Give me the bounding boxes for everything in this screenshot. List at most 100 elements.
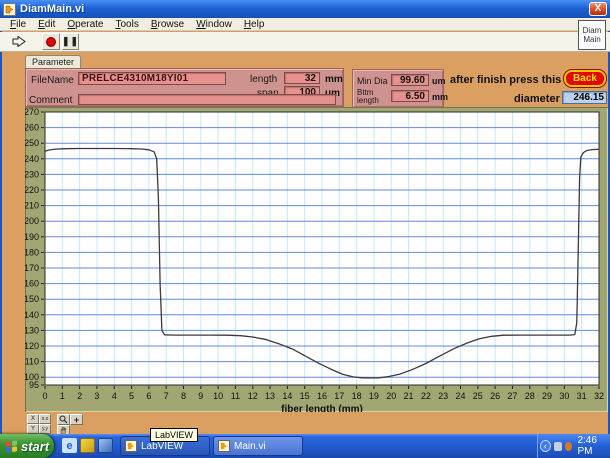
diameter-value: 246.15 <box>562 91 607 104</box>
svg-text:140: 140 <box>25 310 39 320</box>
title-bar[interactable]: DiamMain.vi X <box>0 0 610 18</box>
start-label: start <box>21 439 49 454</box>
labview-window: DiamMain.vi X File Edit Operate Tools Br… <box>0 0 610 434</box>
svg-text:9: 9 <box>198 391 203 401</box>
magnifier-icon <box>59 415 68 424</box>
svg-text:120: 120 <box>25 341 39 351</box>
comment-input[interactable] <box>78 94 336 105</box>
filename-label: FileName <box>31 75 74 86</box>
menu-file[interactable]: File <box>4 19 32 30</box>
svg-text:150: 150 <box>25 294 39 304</box>
svg-text:170: 170 <box>25 263 39 273</box>
svg-text:17: 17 <box>334 391 344 401</box>
run-button[interactable] <box>8 33 30 50</box>
svg-text:fiber length (mm): fiber length (mm) <box>281 404 363 412</box>
svg-text:14: 14 <box>282 391 292 401</box>
length-unit: mm <box>325 74 343 85</box>
menu-edit[interactable]: Edit <box>32 19 61 30</box>
svg-text:28: 28 <box>525 391 535 401</box>
close-button[interactable]: X <box>589 2 607 16</box>
svg-text:13: 13 <box>265 391 275 401</box>
menu-bar: File Edit Operate Tools Browse Window He… <box>0 18 610 31</box>
min-dia-value: 99.60 <box>391 74 429 86</box>
svg-text:3: 3 <box>94 391 99 401</box>
filename-input[interactable]: PRELCE4310M18YI01 <box>78 72 226 85</box>
vi-corner-line2: Main <box>579 35 605 44</box>
svg-text:26: 26 <box>490 391 500 401</box>
abort-red-circle-icon <box>46 37 56 47</box>
svg-text:270: 270 <box>25 107 39 117</box>
start-button[interactable]: start <box>0 434 54 458</box>
svg-text:32: 32 <box>594 391 604 401</box>
windows-flag-icon <box>6 440 17 452</box>
bttm-label-line2: length <box>357 97 379 105</box>
zoom-plus-button[interactable]: + <box>70 414 83 425</box>
labview-taskbar-icon <box>218 440 230 452</box>
svg-text:110: 110 <box>25 357 39 367</box>
svg-text:240: 240 <box>25 154 39 164</box>
tray-chevron-icon[interactable]: ‹ <box>540 440 551 452</box>
bttm-unit: mm <box>432 92 448 102</box>
abort-button[interactable] <box>42 33 60 50</box>
svg-text:8: 8 <box>181 391 186 401</box>
taskbar-button-labview-label: LabVIEW <box>141 441 183 452</box>
zoom-button[interactable] <box>57 414 70 425</box>
menu-window[interactable]: Window <box>190 19 238 30</box>
y-autoscale-button[interactable]: Y <box>27 424 39 434</box>
quick-launch-blue-icon[interactable] <box>98 438 113 453</box>
tray-icon-1[interactable] <box>554 442 562 451</box>
window-title: DiamMain.vi <box>20 3 84 15</box>
vi-corner-icon[interactable]: Diam Main <box>578 20 606 50</box>
pause-button[interactable]: ❚❚ <box>62 33 79 50</box>
back-button[interactable]: Back <box>564 70 606 87</box>
svg-text:230: 230 <box>25 169 39 179</box>
svg-text:22: 22 <box>421 391 431 401</box>
tray-icon-2[interactable] <box>565 442 573 451</box>
svg-text:0: 0 <box>42 391 47 401</box>
menu-help[interactable]: Help <box>238 19 271 30</box>
internet-explorer-icon[interactable]: e <box>62 438 77 453</box>
svg-text:10: 10 <box>213 391 223 401</box>
menu-operate[interactable]: Operate <box>61 19 109 30</box>
system-tray: ‹ 2:46 PM <box>538 434 610 458</box>
svg-text:11: 11 <box>231 391 240 401</box>
vi-corner-line1: Diam <box>579 26 605 35</box>
svg-text:180: 180 <box>25 247 39 257</box>
min-dia-label: Min Dia <box>357 77 388 85</box>
taskbar: start e LabVIEW Main.vi ‹ 2:46 PM <box>0 434 610 458</box>
comment-label: Comment <box>29 95 72 106</box>
diameter-label: diameter <box>514 93 560 105</box>
svg-text:210: 210 <box>25 201 39 211</box>
svg-text:1: 1 <box>60 391 65 401</box>
y-format-button[interactable]: y.y <box>39 424 51 434</box>
svg-text:2: 2 <box>77 391 82 401</box>
taskbar-button-mainvi[interactable]: Main.vi <box>213 436 303 456</box>
diameter-graph[interactable]: 0123456789101112131415161718192021222324… <box>25 107 608 412</box>
tooltip: LabVIEW <box>150 428 198 442</box>
svg-text:190: 190 <box>25 232 39 242</box>
svg-text:100: 100 <box>25 372 39 382</box>
svg-text:220: 220 <box>25 185 39 195</box>
svg-text:12: 12 <box>248 391 258 401</box>
results-panel: Min Dia 99.60 um Bttm length 6.50 mm <box>352 69 444 108</box>
svg-text:19: 19 <box>369 391 379 401</box>
svg-text:130: 130 <box>25 325 39 335</box>
svg-text:250: 250 <box>25 138 39 148</box>
tab-parameter[interactable]: Parameter <box>25 55 81 68</box>
svg-text:160: 160 <box>25 279 39 289</box>
menu-tools[interactable]: Tools <box>110 19 145 30</box>
pause-icon: ❚❚ <box>62 36 79 47</box>
length-input[interactable]: 32 <box>284 72 320 84</box>
screen: DiamMain.vi X File Edit Operate Tools Br… <box>0 0 610 458</box>
after-finish-text: after finish press this -> <box>450 74 574 86</box>
run-arrow-icon <box>12 36 26 47</box>
vi-toolbar: ❚❚ <box>0 32 610 52</box>
taskbar-clock: 2:46 PM <box>577 435 610 457</box>
quick-launch-yellow-icon[interactable] <box>80 438 95 453</box>
svg-text:5: 5 <box>129 391 134 401</box>
svg-text:4: 4 <box>112 391 117 401</box>
x-autoscale-button[interactable]: X <box>27 414 39 424</box>
taskbar-button-mainvi-label: Main.vi <box>234 441 266 452</box>
x-format-button[interactable]: x.x <box>39 414 51 424</box>
menu-browse[interactable]: Browse <box>145 19 190 30</box>
